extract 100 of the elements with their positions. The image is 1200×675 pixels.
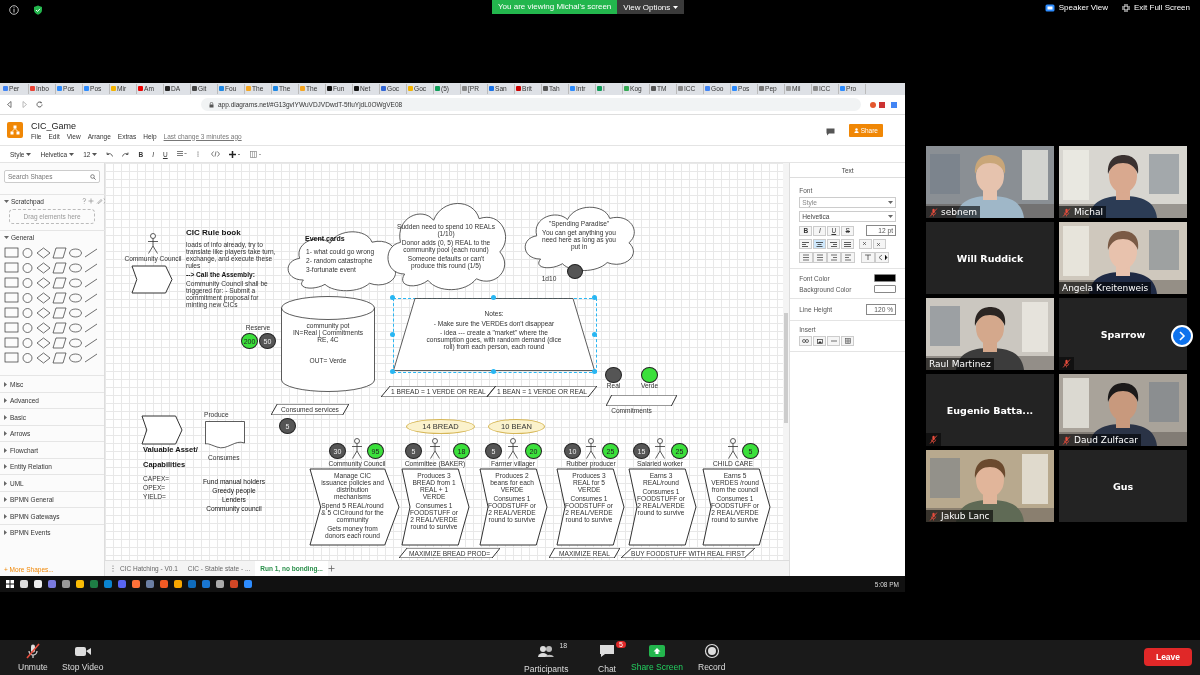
back-icon[interactable]: [6, 101, 13, 109]
favicon-icon: [462, 86, 467, 92]
favicon-icon: [30, 86, 35, 92]
document-title[interactable]: CIC_Game: [31, 120, 242, 131]
align-button[interactable]: [841, 239, 855, 250]
resize-handle[interactable]: [491, 295, 496, 301]
participant-name: Raul Martinez: [929, 359, 991, 369]
lock-icon: [209, 101, 214, 108]
favicon-icon: [300, 86, 305, 92]
caret-icon: [4, 235, 9, 239]
muted-mic-icon: [1062, 207, 1071, 217]
video-tile[interactable]: Jakub Lanc: [926, 450, 1054, 522]
muted-mic-icon: [24, 643, 41, 659]
favicon-icon: [111, 86, 116, 92]
muted-mic-icon: [929, 435, 938, 444]
participant-name: Michal: [1074, 207, 1103, 217]
share-screen-button[interactable]: Share Screen: [631, 643, 683, 672]
real-counter: [605, 367, 622, 384]
text-align-icon: [844, 241, 852, 247]
video-tile[interactable]: Gus: [1059, 450, 1187, 522]
video-tile[interactable]: Raul Martinez: [926, 298, 1054, 370]
caret-icon: [4, 431, 7, 437]
subscript-icon[interactable]: [859, 239, 873, 250]
favicon-icon: [813, 86, 818, 92]
chevron-right-icon: [1178, 331, 1186, 341]
favicon-icon: [435, 86, 440, 92]
comment-icon[interactable]: [826, 128, 835, 137]
resize-handle[interactable]: [592, 332, 597, 338]
leave-button[interactable]: Leave: [1144, 648, 1192, 666]
resize-handle[interactable]: [390, 369, 395, 375]
video-tile[interactable]: Will Ruddick: [926, 222, 1054, 294]
resize-handle[interactable]: [390, 332, 395, 338]
text-align-icon: [830, 241, 838, 247]
video-tile[interactable]: Eugenio Batta...: [926, 374, 1054, 446]
document-shape: [205, 421, 245, 450]
caret-icon: [92, 152, 98, 156]
favicon-icon: [759, 86, 764, 92]
participant-name: Daud Zulfacar: [1074, 435, 1138, 445]
resize-handle[interactable]: [390, 295, 395, 301]
caret-icon: [4, 513, 7, 519]
caret-icon: [4, 199, 9, 203]
insert-table-button[interactable]: [841, 336, 855, 347]
drawio-logo-icon: [7, 122, 23, 138]
video-tile[interactable]: Angela Kreitenweis: [1059, 222, 1187, 294]
share-screen-icon: [648, 643, 666, 659]
search-icon[interactable]: [90, 173, 96, 180]
table-icon[interactable]: [249, 150, 262, 158]
align-button[interactable]: [813, 239, 827, 250]
video-tile[interactable]: Daud Zulfacar: [1059, 374, 1187, 446]
favicon-icon: [489, 86, 494, 92]
caret-icon: [888, 201, 893, 205]
caret-icon: [4, 447, 7, 453]
superscript-icon[interactable]: [873, 239, 887, 250]
align-icon[interactable]: [176, 151, 187, 157]
resize-handle[interactable]: [592, 369, 597, 375]
record-button[interactable]: Record: [698, 643, 726, 672]
favicon-icon: [354, 86, 359, 92]
redo-icon[interactable]: [122, 151, 130, 157]
align-button[interactable]: [827, 239, 841, 250]
muted-mic-icon: [929, 207, 938, 217]
undo-icon[interactable]: [106, 151, 114, 157]
actor-icon: [585, 438, 597, 460]
next-page-button[interactable]: [1171, 325, 1193, 347]
video-tile[interactable]: Sparrow: [1059, 298, 1187, 370]
view-options-button[interactable]: View Options: [617, 0, 685, 14]
table-icon: [844, 338, 851, 345]
code-icon[interactable]: [210, 151, 220, 157]
shield-icon[interactable]: [33, 5, 43, 15]
rule-book-title: CIC Rule book: [186, 229, 241, 238]
parallelogram-shape: [606, 395, 677, 407]
align-button[interactable]: [799, 239, 813, 250]
participant-name: Sparrow: [1100, 328, 1146, 340]
stop-video-button[interactable]: Stop Video: [62, 643, 104, 672]
exit-full-screen-button[interactable]: Exit Full Screen: [1121, 3, 1190, 12]
video-tile[interactable]: sebnem: [926, 146, 1054, 218]
shape-library-drawing[interactable]: [4, 247, 100, 366]
resize-handle[interactable]: [592, 295, 597, 301]
insert-image-button[interactable]: [813, 336, 827, 347]
actor-icon: [147, 233, 159, 255]
favicon-icon: [597, 86, 602, 92]
info-icon[interactable]: [9, 5, 19, 15]
unmute-button[interactable]: Unmute: [18, 643, 48, 672]
participant-name: Jakub Lanc: [941, 511, 990, 521]
caret-icon: [4, 464, 7, 470]
speaker-view-button[interactable]: Speaker View: [1044, 3, 1108, 12]
chevron-shape: [142, 416, 182, 445]
insert-link-button[interactable]: [799, 336, 813, 347]
extensions-icon[interactable]: [869, 100, 899, 109]
horizontal-rule-icon: [830, 340, 837, 343]
reload-icon[interactable]: [36, 101, 43, 109]
windows-start-icon[interactable]: [6, 580, 14, 589]
background-color-swatch[interactable]: [874, 285, 896, 294]
insert-icon[interactable]: [228, 150, 241, 158]
people-icon: [537, 643, 556, 659]
font-color-swatch[interactable]: [874, 274, 896, 283]
caret-icon: [26, 152, 32, 156]
favicon-icon: [543, 86, 548, 92]
add-page-icon[interactable]: [327, 565, 335, 573]
video-tile[interactable]: Michal: [1059, 146, 1187, 218]
resize-handle[interactable]: [491, 369, 496, 375]
